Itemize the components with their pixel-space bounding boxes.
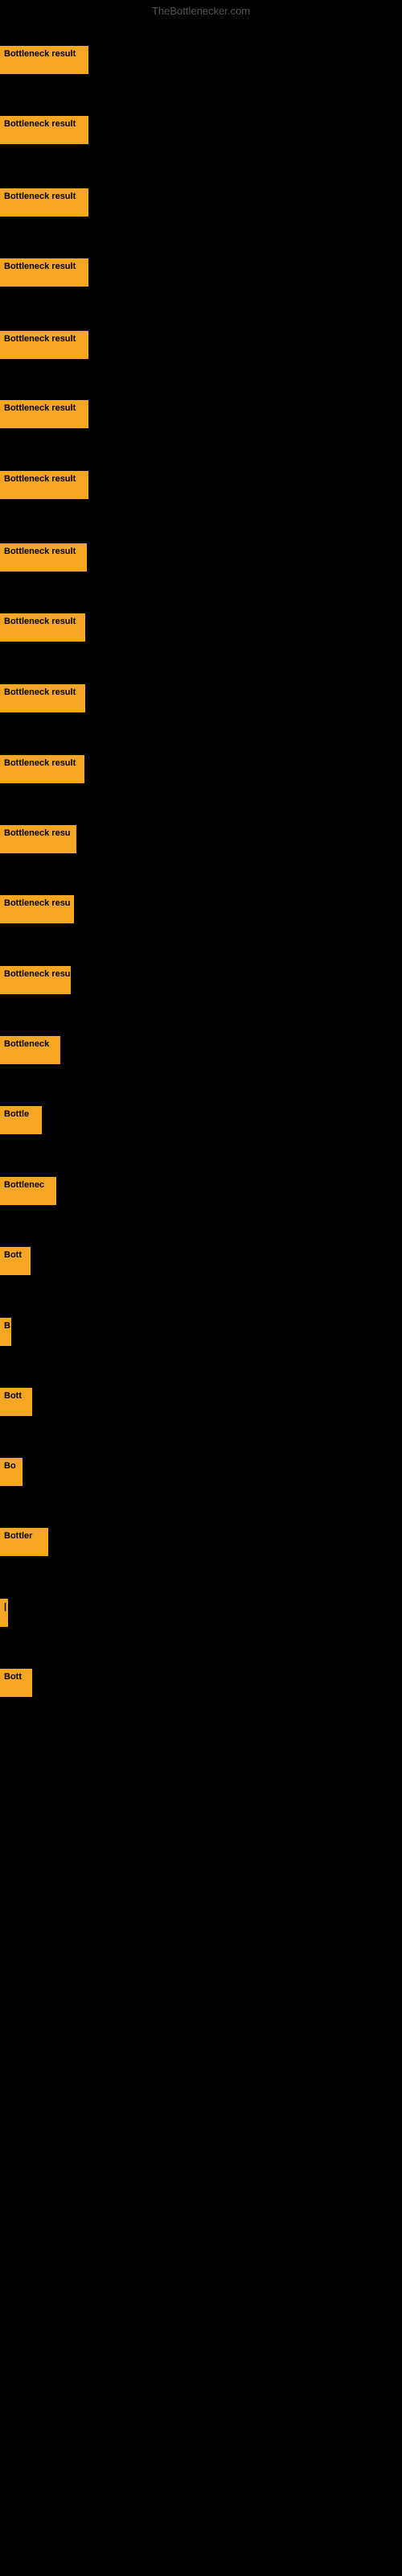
bottleneck-badge-16: Bottle <box>0 1106 42 1134</box>
bottleneck-badge-20: Bott <box>0 1388 32 1416</box>
bottleneck-badge-1: Bottleneck result <box>0 46 88 74</box>
bottleneck-badge-12: Bottleneck resu <box>0 825 76 853</box>
bottleneck-badge-9: Bottleneck result <box>0 613 85 642</box>
bottleneck-badge-5: Bottleneck result <box>0 331 88 359</box>
bottleneck-badge-19: B <box>0 1318 11 1346</box>
bottleneck-badge-4: Bottleneck result <box>0 258 88 287</box>
bottleneck-badge-10: Bottleneck result <box>0 684 85 712</box>
bottleneck-badge-24: Bott <box>0 1669 32 1697</box>
bottleneck-badge-18: Bott <box>0 1247 31 1275</box>
bottleneck-badge-17: Bottlenec <box>0 1177 56 1205</box>
bottleneck-badge-21: Bo <box>0 1458 23 1486</box>
bottleneck-badge-22: Bottler <box>0 1528 48 1556</box>
bottleneck-badge-7: Bottleneck result <box>0 471 88 499</box>
bottleneck-badge-3: Bottleneck result <box>0 188 88 217</box>
bottleneck-badge-15: Bottleneck <box>0 1036 60 1064</box>
bottleneck-badge-13: Bottleneck resu <box>0 895 74 923</box>
bottleneck-badge-11: Bottleneck result <box>0 755 84 783</box>
bottleneck-badge-8: Bottleneck result <box>0 543 87 572</box>
site-title: TheBottlenecker.com <box>0 5 402 17</box>
bottleneck-badge-6: Bottleneck result <box>0 400 88 428</box>
bottleneck-badge-2: Bottleneck result <box>0 116 88 144</box>
bottleneck-badge-14: Bottleneck resu <box>0 966 71 994</box>
bottleneck-badge-23: | <box>0 1599 8 1627</box>
